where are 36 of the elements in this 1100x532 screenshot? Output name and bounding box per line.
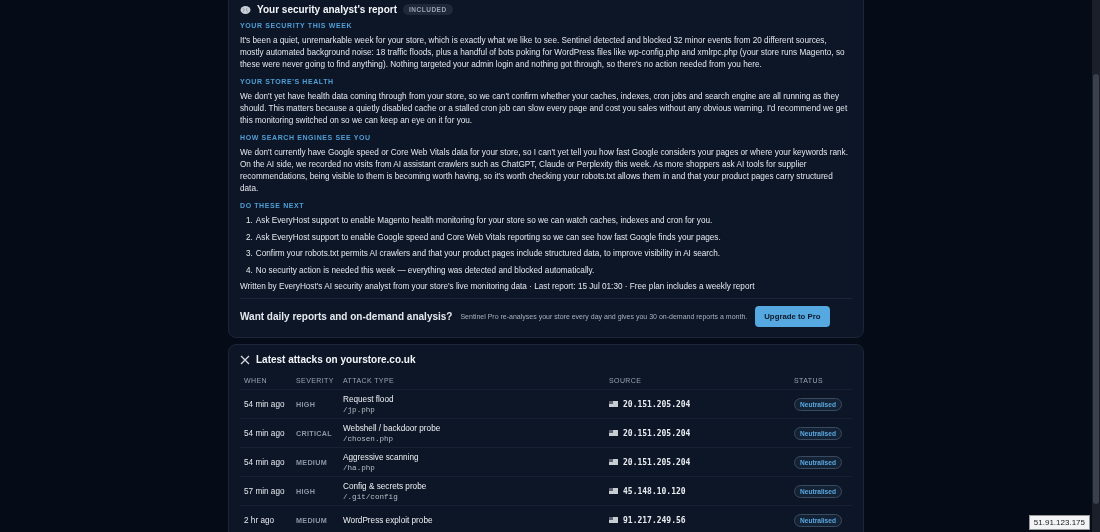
section-text: It's been a quiet, unremarkable week for your store, which is exactly what we like to see. Sentinel detected and blocked 32 minor events from 20 different sources, mostly automated background noise: 18 traffic floods, plus a handful of bots poking for WordPress files like wp-config.php and xmlrpc.php (your store runs Magento, so these were never going to find anything). Nothing targeted your admin login and nothing got through, so there's no action needed from you here. [240, 35, 846, 71]
flag-icon [609, 488, 618, 494]
list-number: 2. [246, 231, 253, 243]
upsell-title: Want daily reports and on-demand analysis? [240, 311, 453, 322]
attack-type: Aggressive scanning [343, 452, 420, 462]
flag-icon [609, 517, 618, 523]
time-text: 2 hr ago [244, 515, 276, 525]
source-ip: 20.151.205.204 [623, 428, 691, 438]
list-item-text: No security action is needed this week — everything was detected and blocked automatically. [255, 264, 595, 276]
list-number: 1. [246, 215, 253, 227]
list-item-text: Ask EveryHost support to enable Magento health monitoring for your store so we can watch caches, indexes and cron for you. [255, 215, 713, 227]
attack-type: WordPress exploit probe [343, 515, 434, 525]
source-ip: 45.148.10.120 [623, 486, 686, 496]
list-item-text: Ask EveryHost support to enable Google speed and Core Web Vitals reporting so we can see how fast Google finds your pages. [255, 231, 721, 243]
source-ip: 20.151.205.204 [623, 399, 691, 409]
time-text: 54 min ago [244, 399, 286, 409]
attacks-title: Latest attacks on yourstore.co.uk [256, 354, 416, 365]
flag-icon [609, 430, 618, 436]
attack-type: Config & secrets probe [343, 481, 428, 491]
ip-label: 51.91.123.175 [1028, 515, 1090, 530]
list-number: 3. [246, 248, 253, 260]
flag-icon [609, 401, 618, 407]
source-ip: 91.217.249.56 [623, 515, 686, 525]
report-footer: Written by EveryHost's AI security analyst from your store's live monitoring data · Last report: 15 Jul 01:30 · Free plan includes a weekly report [240, 281, 852, 293]
section-text: We don't currently have Google speed or Core Web Vitals data for your store, so I can't yet tell you how fast Google considers your pages or where your keywords rank. On the AI side, we recorded no visits from AI assistant crawlers such as ChatGPT, Claude or Perplexity this week. As more shoppers ask AI tools for supplier recommendations, being visible to them is becoming worth having, so it's worth checking your robots.txt allows them in and that your product pages carry structured data. [240, 147, 849, 195]
list-number: 4. [246, 264, 253, 276]
source-ip: 20.151.205.204 [623, 457, 691, 467]
time-text: 57 min ago [244, 486, 286, 496]
section-text: We don't yet have health data coming through from your store, so we can't confirm whether your caches, indexes, cron jobs and search engine are all running as they should. This matters because a quietly disabled cache or a stalled cron job can slow every page and cost you sales without any obvious warning. I'd recommend we get this monitoring switched on so we can keep an eye on it for you. [240, 91, 849, 127]
flag-icon [609, 459, 618, 465]
list-item-text: Confirm your robots.txt permits AI crawlers and that your product pages include structured data, to improve visibility in AI search. [255, 248, 720, 260]
attack-type: Webshell / backdoor probe [343, 423, 442, 433]
time-text: 54 min ago [244, 457, 286, 467]
report-title: Your security analyst's report [257, 4, 398, 15]
attack-type: Request flood [343, 394, 395, 404]
time-text: 54 min ago [244, 428, 286, 438]
